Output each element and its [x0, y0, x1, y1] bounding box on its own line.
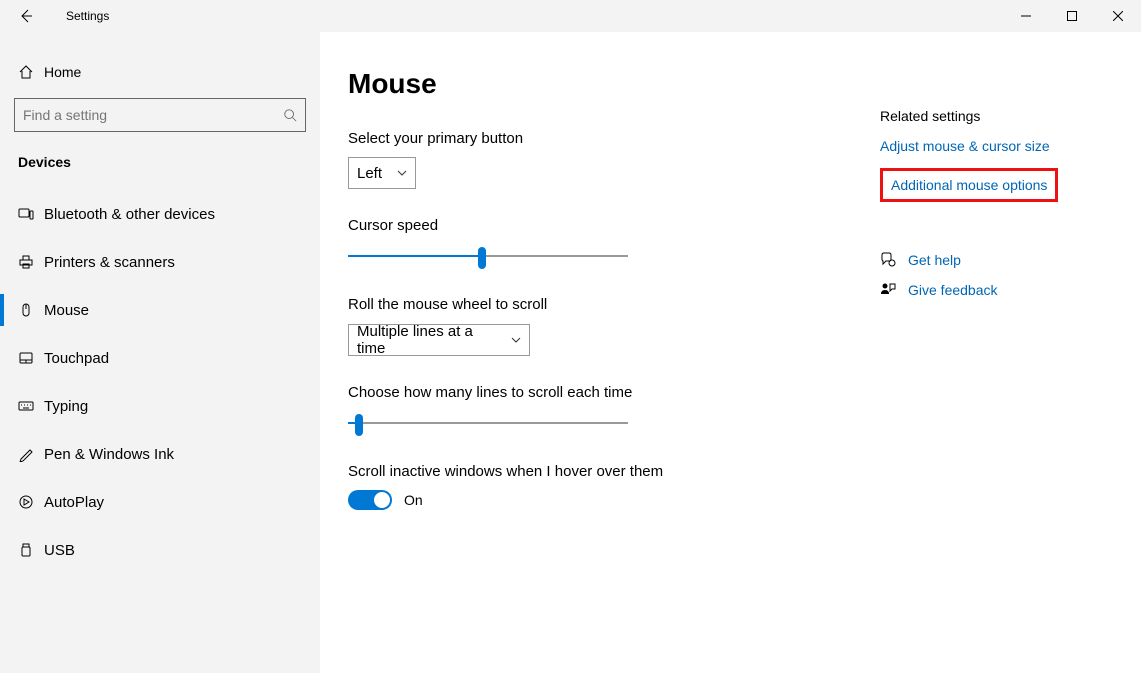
sidebar-item-label: USB	[44, 542, 75, 559]
adjust-mouse-link[interactable]: Adjust mouse & cursor size	[880, 138, 1058, 154]
sidebar-item-label: Bluetooth & other devices	[44, 206, 215, 223]
sidebar-item-label: Printers & scanners	[44, 254, 175, 271]
cursor-speed-slider[interactable]	[348, 244, 628, 268]
chevron-down-icon	[511, 337, 521, 343]
sidebar-item-label: Pen & Windows Ink	[44, 446, 174, 463]
sidebar-item-pen[interactable]: Pen & Windows Ink	[0, 430, 320, 478]
maximize-button[interactable]	[1049, 0, 1095, 32]
primary-button-select[interactable]: Left	[348, 157, 416, 189]
sidebar-item-label: Typing	[44, 398, 88, 415]
printer-icon	[18, 254, 34, 270]
home-button[interactable]: Home	[0, 54, 320, 90]
arrow-left-icon	[18, 8, 34, 24]
sidebar-item-bluetooth[interactable]: Bluetooth & other devices	[0, 190, 320, 238]
lines-label: Choose how many lines to scroll each tim…	[348, 384, 868, 401]
touchpad-icon	[18, 350, 34, 366]
get-help-label: Get help	[908, 252, 961, 268]
inactive-scroll-label: Scroll inactive windows when I hover ove…	[348, 463, 868, 480]
additional-mouse-options-link[interactable]: Additional mouse options	[880, 168, 1058, 202]
sidebar-item-touchpad[interactable]: Touchpad	[0, 334, 320, 382]
scroll-mode-value: Multiple lines at a time	[357, 323, 503, 357]
minimize-icon	[1021, 11, 1031, 21]
search-field[interactable]	[23, 107, 283, 123]
sidebar-item-autoplay[interactable]: AutoPlay	[0, 478, 320, 526]
sidebar-item-typing[interactable]: Typing	[0, 382, 320, 430]
help-icon	[880, 252, 896, 268]
sidebar-item-label: AutoPlay	[44, 494, 104, 511]
search-icon	[283, 108, 297, 122]
give-feedback-label: Give feedback	[908, 282, 998, 298]
main-content: Mouse Select your primary button Left Cu…	[320, 32, 1141, 673]
inactive-scroll-value: On	[404, 492, 423, 508]
home-icon	[18, 64, 34, 80]
mouse-icon	[18, 302, 34, 318]
inactive-scroll-toggle[interactable]	[348, 490, 392, 510]
search-input[interactable]	[14, 98, 306, 132]
primary-button-value: Left	[357, 165, 382, 182]
maximize-icon	[1067, 11, 1077, 21]
lines-slider[interactable]	[348, 411, 628, 435]
title-bar: Settings	[0, 0, 1141, 32]
sidebar-item-label: Touchpad	[44, 350, 109, 367]
cursor-speed-label: Cursor speed	[348, 217, 868, 234]
home-label: Home	[44, 64, 81, 80]
scroll-mode-select[interactable]: Multiple lines at a time	[348, 324, 530, 356]
related-heading: Related settings	[880, 108, 1058, 124]
sidebar-item-printers[interactable]: Printers & scanners	[0, 238, 320, 286]
get-help-link[interactable]: Get help	[880, 252, 1058, 268]
sidebar-item-usb[interactable]: USB	[0, 526, 320, 574]
window-title: Settings	[66, 9, 109, 23]
primary-button-label: Select your primary button	[348, 130, 868, 147]
sidebar-item-label: Mouse	[44, 302, 89, 319]
chevron-down-icon	[397, 170, 407, 176]
sidebar-item-mouse[interactable]: Mouse	[0, 286, 320, 334]
usb-icon	[18, 542, 34, 558]
page-title: Mouse	[348, 68, 868, 100]
related-panel: Related settings Adjust mouse & cursor s…	[868, 68, 1058, 673]
devices-icon	[18, 206, 34, 222]
keyboard-icon	[18, 398, 34, 414]
back-button[interactable]	[18, 8, 48, 24]
close-button[interactable]	[1095, 0, 1141, 32]
pen-icon	[18, 446, 34, 462]
section-label: Devices	[0, 144, 320, 180]
sidebar: Home Devices Bluetooth & other devices P…	[0, 32, 320, 673]
give-feedback-link[interactable]: Give feedback	[880, 282, 1058, 298]
close-icon	[1113, 11, 1123, 21]
scroll-mode-label: Roll the mouse wheel to scroll	[348, 296, 868, 313]
nav-list: Bluetooth & other devices Printers & sca…	[0, 190, 320, 574]
feedback-icon	[880, 282, 896, 298]
minimize-button[interactable]	[1003, 0, 1049, 32]
autoplay-icon	[18, 494, 34, 510]
